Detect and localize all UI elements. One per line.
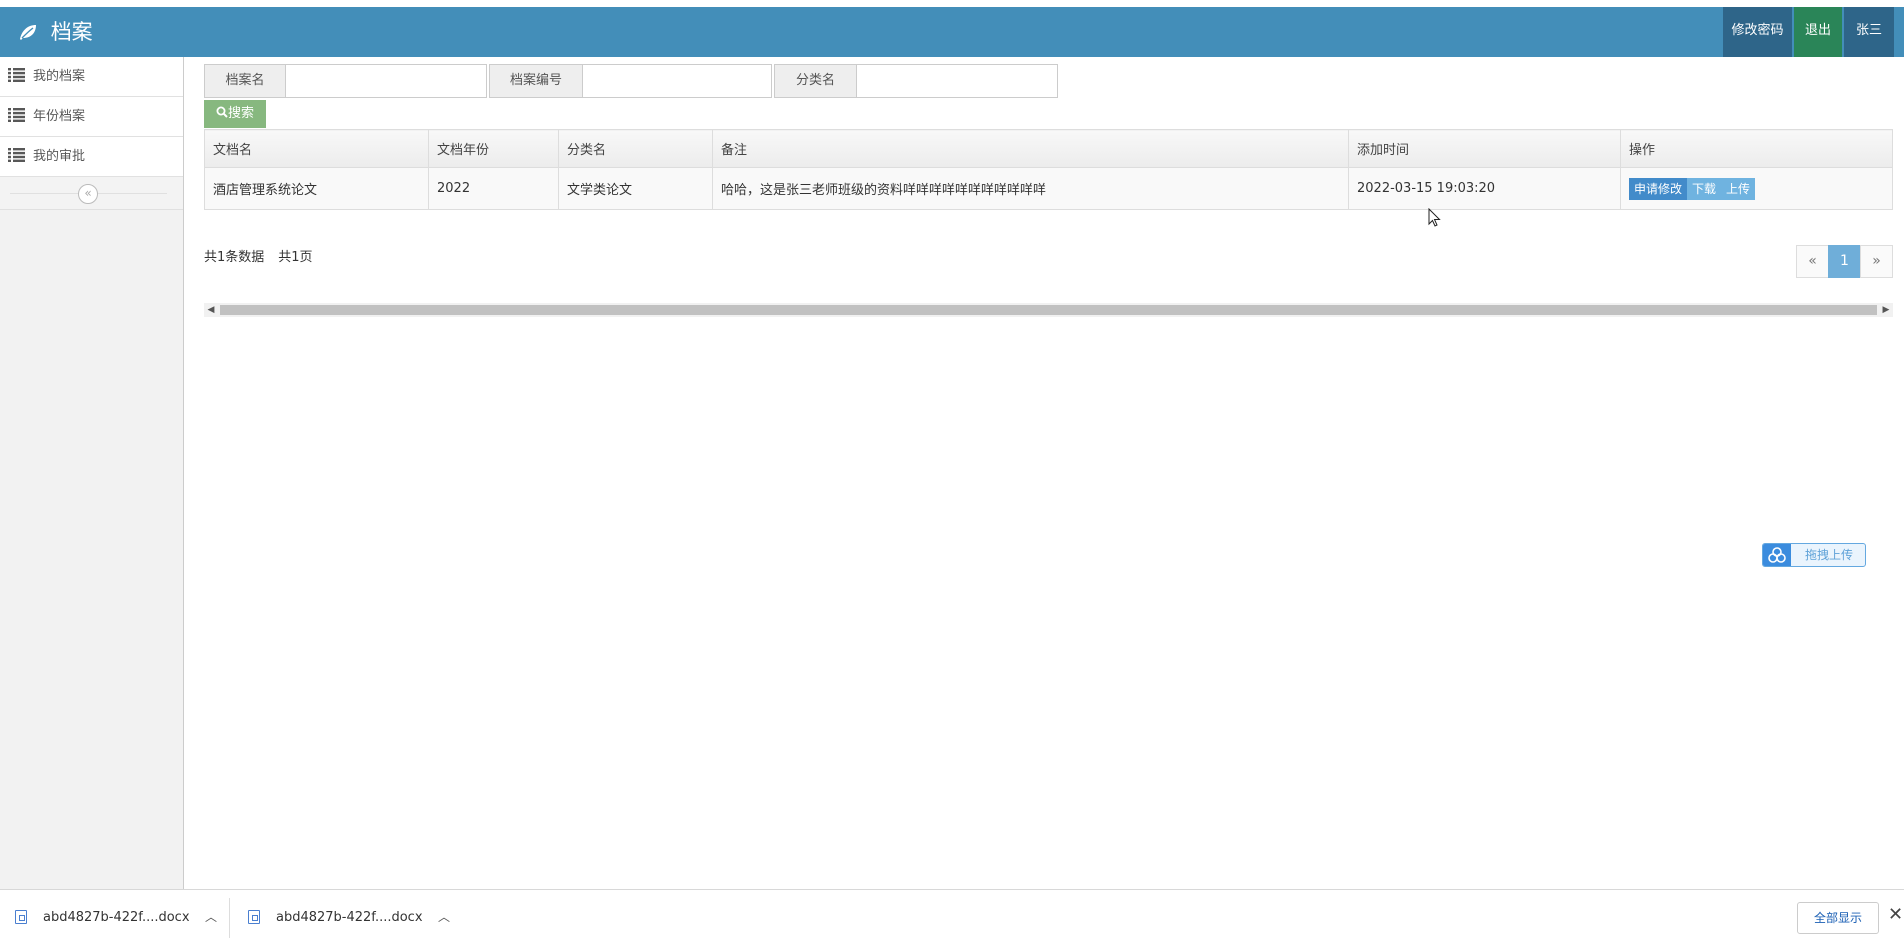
change-password-button[interactable]: 修改密码 (1723, 7, 1792, 57)
top-navbar: 档案 修改密码 退出 张三 (0, 7, 1904, 57)
user-menu-button[interactable]: 张三 (1844, 7, 1894, 57)
request-edit-button[interactable]: 申请修改 (1629, 177, 1688, 200)
sidebar-item-year-archives[interactable]: 年份档案 (0, 97, 183, 137)
cell-remark: 哈哈，这是张三老师班级的资料咩咩咩咩咩咩咩咩咩咩咩 (712, 167, 1349, 210)
brand-title: 档案 (50, 20, 93, 44)
total-pages: 共1页 (278, 250, 313, 265)
list-icon (8, 108, 25, 122)
download-button[interactable]: 下载 (1687, 177, 1722, 200)
brand[interactable]: 档案 (18, 7, 93, 57)
close-icon[interactable]: ✕ (1888, 904, 1903, 925)
horizontal-scrollbar[interactable]: ◀ ▶ (204, 303, 1893, 317)
column-header[interactable]: 备注 (712, 129, 1349, 168)
list-icon (8, 148, 25, 162)
scrollbar-thumb[interactable] (220, 305, 1877, 315)
archive-name-label: 档案名 (204, 64, 286, 98)
category-name-input[interactable] (857, 64, 1058, 98)
sidebar-item-label: 年份档案 (33, 109, 86, 124)
download-file-name: abd4827b-422f....docx (276, 910, 423, 925)
search-group-archive-name: 档案名 (204, 64, 487, 98)
mouse-cursor-icon (1428, 208, 1441, 227)
table-header-row: 文档名 文档年份 分类名 备注 添加时间 操作 (204, 129, 1893, 168)
logout-button[interactable]: 退出 (1794, 7, 1842, 57)
sidebar-item-my-approvals[interactable]: 我的审批 (0, 137, 183, 177)
cell-category: 文学类论文 (558, 167, 713, 210)
download-file-name: abd4827b-422f....docx (43, 910, 190, 925)
column-header[interactable]: 文档名 (204, 129, 429, 168)
search-icon (216, 106, 228, 118)
divider (229, 898, 230, 938)
sidebar-item-label: 我的档案 (33, 69, 86, 84)
list-icon (8, 68, 25, 82)
column-header[interactable]: 分类名 (558, 129, 713, 168)
search-group-category-name: 分类名 (774, 64, 1058, 98)
column-header[interactable]: 文档年份 (428, 129, 559, 168)
table-summary: 共1条数据 共1页 (204, 246, 327, 265)
category-name-label: 分类名 (774, 64, 857, 98)
sidebar: 我的档案 年份档案 我的审批 « (0, 57, 184, 889)
archive-number-label: 档案编号 (489, 64, 583, 98)
chevron-up-icon[interactable]: ︿ (205, 890, 217, 945)
table-row: 酒店管理系统论文 2022 文学类论文 哈哈，这是张三老师班级的资料咩咩咩咩咩咩… (204, 167, 1893, 210)
scroll-right-icon[interactable]: ▶ (1879, 303, 1893, 317)
sidebar-collapse-row: « (0, 177, 183, 210)
pagination-page[interactable]: 1 (1828, 245, 1861, 278)
search-button-label: 搜索 (227, 106, 254, 121)
drag-upload-widget[interactable]: 拖拽上传 (1762, 543, 1866, 567)
docx-file-icon (15, 910, 27, 924)
docx-file-icon (248, 910, 260, 924)
pagination: « 1 » (1796, 245, 1893, 278)
sidebar-item-label: 我的审批 (33, 149, 86, 164)
chevron-up-icon[interactable]: ︿ (438, 890, 450, 945)
sidebar-item-my-archives[interactable]: 我的档案 (0, 57, 183, 97)
cell-doc-name: 酒店管理系统论文 (204, 167, 429, 210)
search-group-archive-number: 档案编号 (489, 64, 772, 98)
search-button[interactable]: 搜索 (204, 100, 266, 128)
cell-doc-year: 2022 (428, 167, 559, 210)
cell-added-time: 2022-03-15 19:03:20 (1348, 167, 1621, 210)
drag-upload-label: 拖拽上传 (1805, 548, 1854, 562)
cell-actions: 申请修改 下载 上传 (1620, 167, 1893, 210)
pagination-next[interactable]: » (1860, 245, 1893, 278)
archive-number-input[interactable] (583, 64, 772, 98)
archive-table: 文档名 文档年份 分类名 备注 添加时间 操作 酒店管理系统论文 2022 文学… (204, 129, 1893, 210)
download-item[interactable]: abd4827b-422f....docx ︿ (248, 890, 453, 945)
download-item[interactable]: abd4827b-422f....docx ︿ (15, 890, 220, 945)
double-chevron-left-icon[interactable]: « (78, 184, 98, 204)
download-bar: abd4827b-422f....docx ︿ abd4827b-422f...… (0, 889, 1904, 945)
upload-button[interactable]: 上传 (1721, 177, 1756, 200)
leaf-icon (20, 25, 36, 40)
baidu-cloud-icon (1763, 544, 1791, 566)
column-header[interactable]: 添加时间 (1348, 129, 1621, 168)
archive-name-input[interactable] (286, 64, 487, 98)
scroll-left-icon[interactable]: ◀ (204, 303, 218, 317)
pagination-prev[interactable]: « (1796, 245, 1829, 278)
show-all-button[interactable]: 全部显示 (1797, 902, 1879, 934)
column-header[interactable]: 操作 (1620, 129, 1893, 168)
total-records: 共1条数据 (204, 250, 265, 265)
